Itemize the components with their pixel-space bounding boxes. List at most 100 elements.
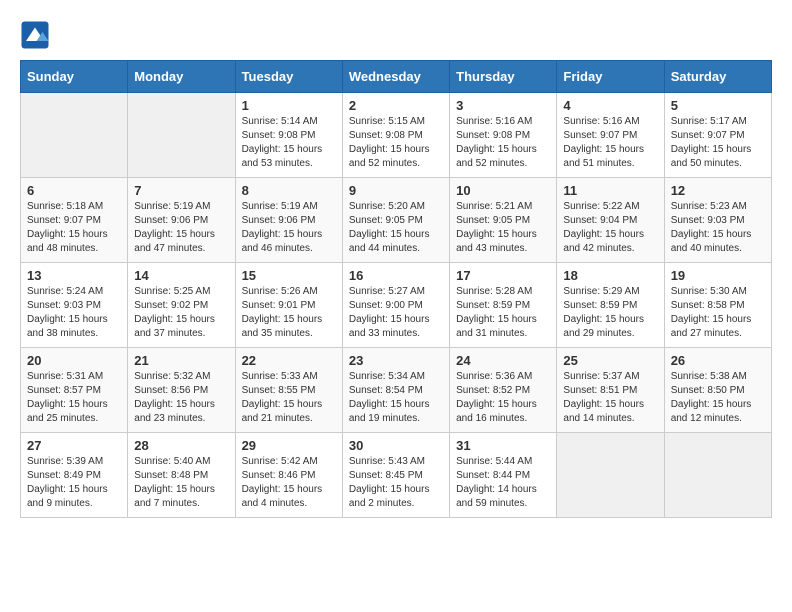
day-info: Sunrise: 5:42 AM Sunset: 8:46 PM Dayligh… (242, 455, 336, 511)
day-number: 26 (671, 353, 765, 368)
day-info: Sunrise: 5:29 AM Sunset: 8:59 PM Dayligh… (563, 285, 657, 341)
day-number: 13 (27, 268, 121, 283)
calendar-week-3: 13 Sunrise: 5:24 AM Sunset: 9:03 PM Dayli… (21, 263, 772, 348)
calendar-week-1: 1 Sunrise: 5:14 AM Sunset: 9:08 PM Daylig… (21, 93, 772, 178)
calendar-cell: 23 Sunrise: 5:34 AM Sunset: 8:54 PM Dayli… (342, 348, 449, 433)
calendar-cell (664, 433, 771, 518)
day-info: Sunrise: 5:25 AM Sunset: 9:02 PM Dayligh… (134, 285, 228, 341)
day-info: Sunrise: 5:34 AM Sunset: 8:54 PM Dayligh… (349, 370, 443, 426)
day-info: Sunrise: 5:16 AM Sunset: 9:08 PM Dayligh… (456, 115, 550, 171)
day-info: Sunrise: 5:33 AM Sunset: 8:55 PM Dayligh… (242, 370, 336, 426)
calendar-cell: 20Sunrise: 5:31 AM Sunset: 8:57 PM Dayli… (21, 348, 128, 433)
calendar-cell: 18Sunrise: 5:29 AM Sunset: 8:59 PM Dayli… (557, 263, 664, 348)
day-info: Sunrise: 5:21 AM Sunset: 9:05 PM Dayligh… (456, 200, 550, 256)
calendar-week-4: 20Sunrise: 5:31 AM Sunset: 8:57 PM Dayli… (21, 348, 772, 433)
calendar-body: 1 Sunrise: 5:14 AM Sunset: 9:08 PM Daylig… (21, 93, 772, 518)
day-number: 19 (671, 268, 765, 283)
calendar-cell: 3 Sunrise: 5:16 AM Sunset: 9:08 PM Daylig… (450, 93, 557, 178)
calendar-cell: 7 Sunrise: 5:19 AM Sunset: 9:06 PM Daylig… (128, 178, 235, 263)
calendar-cell: 24 Sunrise: 5:36 AM Sunset: 8:52 PM Dayli… (450, 348, 557, 433)
day-number: 9 (349, 183, 443, 198)
day-info: Sunrise: 5:27 AM Sunset: 9:00 PM Dayligh… (349, 285, 443, 341)
calendar-cell: 31 Sunrise: 5:44 AM Sunset: 8:44 PM Dayli… (450, 433, 557, 518)
day-info: Sunrise: 5:43 AM Sunset: 8:45 PM Dayligh… (349, 455, 443, 511)
day-number: 17 (456, 268, 550, 283)
day-number: 21 (134, 353, 228, 368)
day-info: Sunrise: 5:22 AM Sunset: 9:04 PM Dayligh… (563, 200, 657, 256)
day-number: 31 (456, 438, 550, 453)
day-number: 25 (563, 353, 657, 368)
calendar-week-2: 6 Sunrise: 5:18 AM Sunset: 9:07 PM Daylig… (21, 178, 772, 263)
weekday-header-saturday: Saturday (664, 61, 771, 93)
weekday-row: SundayMondayTuesdayWednesdayThursdayFrid… (21, 61, 772, 93)
day-info: Sunrise: 5:24 AM Sunset: 9:03 PM Dayligh… (27, 285, 121, 341)
day-number: 30 (349, 438, 443, 453)
day-number: 10 (456, 183, 550, 198)
day-number: 4 (563, 98, 657, 113)
day-number: 24 (456, 353, 550, 368)
day-info: Sunrise: 5:15 AM Sunset: 9:08 PM Dayligh… (349, 115, 443, 171)
logo (20, 20, 54, 50)
calendar-cell: 16 Sunrise: 5:27 AM Sunset: 9:00 PM Dayli… (342, 263, 449, 348)
day-number: 1 (242, 98, 336, 113)
day-info: Sunrise: 5:19 AM Sunset: 9:06 PM Dayligh… (134, 200, 228, 256)
calendar-cell: 30 Sunrise: 5:43 AM Sunset: 8:45 PM Dayli… (342, 433, 449, 518)
day-info: Sunrise: 5:38 AM Sunset: 8:50 PM Dayligh… (671, 370, 765, 426)
calendar-cell: 8Sunrise: 5:19 AM Sunset: 9:06 PM Daylig… (235, 178, 342, 263)
day-info: Sunrise: 5:31 AM Sunset: 8:57 PM Dayligh… (27, 370, 121, 426)
calendar-cell: 4Sunrise: 5:16 AM Sunset: 9:07 PM Daylig… (557, 93, 664, 178)
calendar-cell: 1 Sunrise: 5:14 AM Sunset: 9:08 PM Daylig… (235, 93, 342, 178)
day-info: Sunrise: 5:26 AM Sunset: 9:01 PM Dayligh… (242, 285, 336, 341)
day-number: 16 (349, 268, 443, 283)
day-number: 27 (27, 438, 121, 453)
day-info: Sunrise: 5:14 AM Sunset: 9:08 PM Dayligh… (242, 115, 336, 171)
day-info: Sunrise: 5:23 AM Sunset: 9:03 PM Dayligh… (671, 200, 765, 256)
calendar-cell: 25Sunrise: 5:37 AM Sunset: 8:51 PM Dayli… (557, 348, 664, 433)
day-number: 2 (349, 98, 443, 113)
day-number: 8 (242, 183, 336, 198)
calendar-cell: 22 Sunrise: 5:33 AM Sunset: 8:55 PM Dayli… (235, 348, 342, 433)
calendar-cell (128, 93, 235, 178)
calendar-cell: 14 Sunrise: 5:25 AM Sunset: 9:02 PM Dayli… (128, 263, 235, 348)
day-number: 22 (242, 353, 336, 368)
logo-icon (20, 20, 50, 50)
day-number: 14 (134, 268, 228, 283)
day-info: Sunrise: 5:17 AM Sunset: 9:07 PM Dayligh… (671, 115, 765, 171)
calendar-cell: 19 Sunrise: 5:30 AM Sunset: 8:58 PM Dayli… (664, 263, 771, 348)
day-number: 7 (134, 183, 228, 198)
calendar-cell (21, 93, 128, 178)
weekday-header-friday: Friday (557, 61, 664, 93)
calendar-cell: 27 Sunrise: 5:39 AM Sunset: 8:49 PM Dayli… (21, 433, 128, 518)
calendar-cell: 13 Sunrise: 5:24 AM Sunset: 9:03 PM Dayli… (21, 263, 128, 348)
calendar-cell: 5 Sunrise: 5:17 AM Sunset: 9:07 PM Daylig… (664, 93, 771, 178)
day-number: 3 (456, 98, 550, 113)
calendar-cell: 11 Sunrise: 5:22 AM Sunset: 9:04 PM Dayli… (557, 178, 664, 263)
calendar-cell: 6 Sunrise: 5:18 AM Sunset: 9:07 PM Daylig… (21, 178, 128, 263)
calendar-cell (557, 433, 664, 518)
day-number: 6 (27, 183, 121, 198)
day-number: 29 (242, 438, 336, 453)
page-header (20, 20, 772, 50)
day-number: 28 (134, 438, 228, 453)
day-info: Sunrise: 5:39 AM Sunset: 8:49 PM Dayligh… (27, 455, 121, 511)
calendar-cell: 28Sunrise: 5:40 AM Sunset: 8:48 PM Dayli… (128, 433, 235, 518)
calendar-cell: 10 Sunrise: 5:21 AM Sunset: 9:05 PM Dayli… (450, 178, 557, 263)
weekday-header-sunday: Sunday (21, 61, 128, 93)
calendar-cell: 15Sunrise: 5:26 AM Sunset: 9:01 PM Dayli… (235, 263, 342, 348)
calendar-cell: 17Sunrise: 5:28 AM Sunset: 8:59 PM Dayli… (450, 263, 557, 348)
calendar-cell: 12Sunrise: 5:23 AM Sunset: 9:03 PM Dayli… (664, 178, 771, 263)
calendar-cell: 29 Sunrise: 5:42 AM Sunset: 8:46 PM Dayli… (235, 433, 342, 518)
day-number: 23 (349, 353, 443, 368)
day-info: Sunrise: 5:18 AM Sunset: 9:07 PM Dayligh… (27, 200, 121, 256)
day-info: Sunrise: 5:20 AM Sunset: 9:05 PM Dayligh… (349, 200, 443, 256)
day-number: 11 (563, 183, 657, 198)
weekday-header-monday: Monday (128, 61, 235, 93)
day-info: Sunrise: 5:44 AM Sunset: 8:44 PM Dayligh… (456, 455, 550, 511)
day-number: 5 (671, 98, 765, 113)
weekday-header-tuesday: Tuesday (235, 61, 342, 93)
day-info: Sunrise: 5:30 AM Sunset: 8:58 PM Dayligh… (671, 285, 765, 341)
calendar-cell: 26 Sunrise: 5:38 AM Sunset: 8:50 PM Dayli… (664, 348, 771, 433)
day-info: Sunrise: 5:32 AM Sunset: 8:56 PM Dayligh… (134, 370, 228, 426)
day-info: Sunrise: 5:36 AM Sunset: 8:52 PM Dayligh… (456, 370, 550, 426)
calendar-cell: 2 Sunrise: 5:15 AM Sunset: 9:08 PM Daylig… (342, 93, 449, 178)
